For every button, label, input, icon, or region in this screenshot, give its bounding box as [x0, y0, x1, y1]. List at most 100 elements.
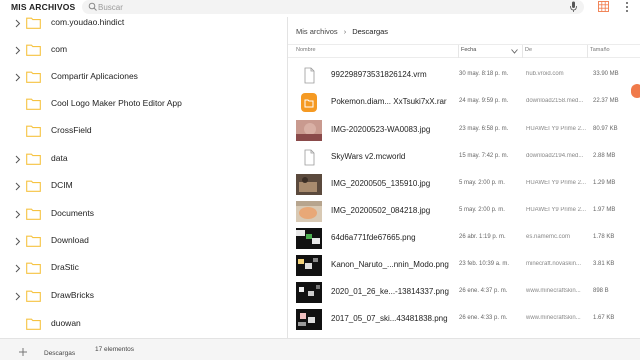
file-name: 2017_05_07_ski...43481838.png	[331, 314, 448, 323]
breadcrumb-root[interactable]: Mis archivos	[296, 27, 338, 36]
grid-view-icon[interactable]	[598, 1, 609, 12]
file-source: download2194.med...	[526, 153, 584, 159]
folder-icon	[26, 208, 41, 220]
tree-item[interactable]: com	[0, 37, 287, 64]
chevron-right-icon[interactable]	[15, 182, 21, 191]
column-header-from[interactable]: De	[525, 47, 532, 53]
microphone-icon[interactable]	[569, 1, 578, 13]
folder-icon	[26, 71, 41, 83]
tree-item[interactable]: DCIM	[0, 173, 287, 200]
folder-icon	[26, 262, 41, 274]
file-row[interactable]: 64d6a771fde67665.png 26 abr. 1:19 p. m. …	[288, 225, 640, 252]
photo-thumbnail	[296, 120, 322, 141]
tree-item[interactable]: duowan	[0, 311, 287, 338]
file-size: 1.29 MB	[593, 180, 616, 186]
file-row[interactable]: Pokemon.diam... XxTsuki7xX.rar 24 may. 9…	[288, 89, 640, 116]
file-row[interactable]: 2017_05_07_ski...43481838.png 26 ene. 4:…	[288, 306, 640, 333]
column-separator	[522, 45, 523, 58]
tree-item[interactable]: data	[0, 146, 287, 173]
tree-item-label: com	[51, 44, 68, 54]
file-row[interactable]: IMG_20200505_135910.jpg 5 may. 2:00 p. m…	[288, 171, 640, 198]
file-row[interactable]: IMG_20200502_084218.jpg 5 may. 2:00 p. m…	[288, 198, 640, 225]
file-name: SkyWars v2.mcworld	[331, 152, 406, 161]
file-name: 2020_01_26_ke...-13814337.png	[331, 287, 449, 296]
search-input[interactable]	[98, 1, 558, 13]
chevron-right-icon[interactable]	[15, 155, 21, 164]
add-icon[interactable]	[18, 347, 28, 357]
app-title: MIS ARCHIVOS	[11, 2, 76, 12]
file-row[interactable]: IMG-20200523-WA0083.jpg 23 may. 6:58 p. …	[288, 117, 640, 144]
column-separator	[587, 45, 588, 58]
tree-item[interactable]: DrawBricks	[0, 283, 287, 310]
tree-item[interactable]: Cool Logo Maker Photo Editor App	[0, 91, 287, 118]
more-options-icon[interactable]	[624, 1, 630, 13]
folder-icon	[26, 318, 41, 330]
current-folder-label: Descargas	[44, 350, 76, 357]
tree-item[interactable]: CrossField	[0, 118, 287, 145]
file-source: www.minecraftskin...	[526, 315, 581, 321]
chevron-right-icon[interactable]	[15, 210, 21, 219]
file-date: 23 may. 6:58 p. m.	[459, 126, 509, 132]
file-row[interactable]: SkyWars v2.mcworld 15 may. 7:42 p. m. do…	[288, 144, 640, 171]
file-row[interactable]: Kanon_Naruto_...nnin_Modo.png 23 feb. 10…	[288, 252, 640, 279]
scroll-handle[interactable]	[631, 84, 640, 98]
breadcrumb-current: Descargas	[352, 27, 389, 36]
file-row[interactable]: 992298973531826124.vrm 30 may. 8:18 p. m…	[288, 62, 640, 89]
tree-item-label: CrossField	[51, 125, 92, 135]
chevron-right-icon[interactable]	[15, 19, 21, 28]
file-size: 1.78 KB	[593, 234, 615, 240]
file-size: 3.81 KB	[593, 261, 615, 267]
file-name: IMG_20200502_084218.jpg	[331, 206, 431, 215]
archive-icon	[296, 92, 322, 113]
tree-item-label: Compartir Aplicaciones	[51, 71, 138, 81]
folder-icon	[26, 235, 41, 247]
file-size: 80.97 KB	[593, 126, 618, 132]
chevron-right-icon[interactable]	[15, 73, 21, 82]
tree-item[interactable]: Download	[0, 228, 287, 255]
tree-item-label: DCIM	[51, 180, 73, 190]
search-bar[interactable]	[82, 0, 584, 14]
file-date: 26 abr. 1:19 p. m.	[459, 234, 506, 240]
tree-item[interactable]: com.youdao.hindict	[0, 17, 287, 37]
breadcrumb-separator: ›	[343, 27, 347, 36]
tree-item-label: duowan	[51, 318, 81, 328]
column-separator	[458, 45, 459, 58]
column-header-size[interactable]: Tamaño	[590, 47, 610, 53]
file-size: 1.97 MB	[593, 207, 616, 213]
tree-item-label: com.youdao.hindict	[51, 17, 125, 27]
breadcrumb: Mis archivos › Descargas	[296, 27, 388, 36]
tree-item-label: Cool Logo Maker Photo Editor App	[51, 98, 182, 108]
column-header-name[interactable]: Nombre	[296, 47, 316, 53]
folder-icon	[26, 153, 41, 165]
folder-icon	[26, 17, 41, 29]
column-header-date[interactable]: Fecha	[461, 47, 476, 53]
chevron-right-icon[interactable]	[15, 46, 21, 55]
folder-icon	[26, 125, 41, 137]
chevron-right-icon[interactable]	[15, 292, 21, 301]
sort-descending-icon[interactable]	[511, 49, 518, 54]
file-name: 992298973531826124.vrm	[331, 70, 427, 79]
file-name: Kanon_Naruto_...nnin_Modo.png	[331, 260, 449, 269]
file-source: minecraft.novaskin...	[526, 261, 582, 267]
tree-item-label: DrawBricks	[51, 290, 94, 300]
file-date: 5 may. 2:00 p. m.	[459, 207, 505, 213]
file-name: Pokemon.diam... XxTsuki7xX.rar	[331, 97, 447, 106]
file-row[interactable]: 2020_01_26_ke...-13814337.png 26 ene. 4:…	[288, 279, 640, 306]
tree-item-label: Documents	[51, 208, 94, 218]
tree-item-label: data	[51, 153, 68, 163]
file-date: 26 ene. 4:33 p. m.	[459, 315, 508, 321]
skin-thumbnail	[296, 282, 322, 303]
tree-item[interactable]: DraStic	[0, 255, 287, 282]
file-source: www.minecraftskin...	[526, 288, 581, 294]
folder-icon	[26, 290, 41, 302]
folder-tree: com.youdao.hindict com Compartir Aplicac…	[0, 17, 287, 338]
chevron-right-icon[interactable]	[15, 237, 21, 246]
chevron-right-icon[interactable]	[15, 264, 21, 273]
tree-item[interactable]: Documents	[0, 201, 287, 228]
tree-item[interactable]: Compartir Aplicaciones	[0, 64, 287, 91]
folder-icon	[26, 180, 41, 192]
photo-thumbnail	[296, 174, 322, 195]
file-source: HUAWEI Y9 Prime 2...	[526, 126, 587, 132]
folder-icon	[26, 44, 41, 56]
file-name: IMG-20200523-WA0083.jpg	[331, 125, 431, 134]
